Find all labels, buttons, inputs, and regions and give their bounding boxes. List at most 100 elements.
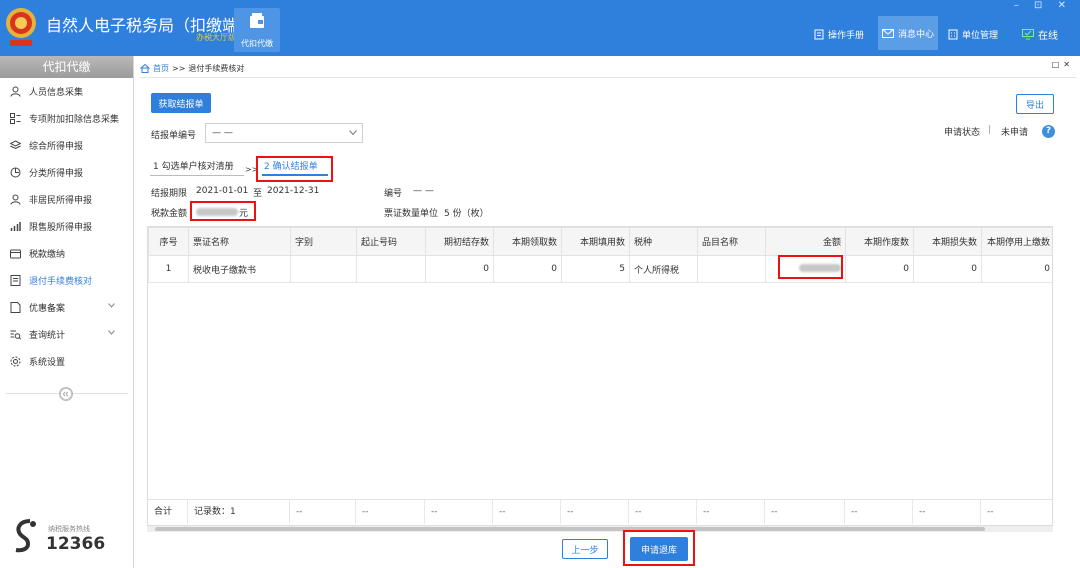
export-button[interactable]: 导出: [1016, 94, 1054, 114]
col-header: 金额: [765, 227, 846, 256]
number-label: 编号: [384, 189, 403, 199]
panel-window-controls[interactable]: □✕: [1052, 60, 1074, 69]
table-header-row: 序号 票证名称 字别 起止号码 期初结存数 本期领取数 本期填用数 税种 品目名…: [148, 227, 1052, 256]
window-controls[interactable]: – ⊡ ✕: [1014, 0, 1072, 11]
report-no-select[interactable]: — —: [205, 123, 363, 143]
footer-dash: --: [290, 500, 356, 524]
col-header: 字别: [290, 227, 357, 256]
footer-record-count: 记录数：1: [188, 500, 290, 524]
table-row[interactable]: 1 税收电子缴款书 0 0 5 个人所得税 0 0 0: [148, 255, 1052, 283]
tax-emblem-logo: [6, 8, 36, 46]
collapse-sidebar-icon[interactable]: [59, 387, 73, 401]
sidebar-item-restricted-stock[interactable]: 限售股所得申报: [0, 213, 133, 240]
highlight-box-tax-amount: [190, 201, 256, 221]
sidebar-item-preferential[interactable]: 优惠备案: [0, 294, 133, 321]
building-icon: [948, 29, 958, 39]
table-horizontal-scrollbar[interactable]: [147, 526, 1053, 532]
sidebar: 代扣代缴 人员信息采集 专项附加扣除信息采集 综合所得申报 分类所得申报 非居民…: [0, 56, 134, 568]
nav-online-status[interactable]: 在线: [1022, 24, 1058, 44]
col-header: 序号: [148, 227, 189, 256]
highlight-box-apply: [623, 530, 695, 566]
hotline-phone-icon: [15, 519, 36, 553]
number-value: — —: [413, 186, 434, 196]
sidebar-item-comprehensive-income[interactable]: 综合所得申报: [0, 132, 133, 159]
person-alt-icon: [10, 194, 21, 205]
cell: 税收电子缴款书: [188, 255, 291, 283]
get-report-button[interactable]: 获取结报单: [151, 93, 211, 113]
cell: 0: [845, 255, 914, 283]
step-1-tab[interactable]: 1 勾选单户核对清册: [150, 158, 244, 176]
search-list-icon: [10, 330, 21, 340]
table-footer: 合计 记录数：1 -- -- -- -- -- -- -- -- -- -- -…: [148, 499, 1052, 524]
app-header: 自然人电子税务局（扣缴端） 办税大厅版 代扣代缴 – ⊡ ✕ 操作手册 消息中心…: [0, 0, 1080, 56]
nav-message-center[interactable]: 消息中心: [878, 16, 938, 50]
nav-unit-management[interactable]: 单位管理: [948, 24, 998, 44]
hotline-block: 纳税服务热线 12366: [10, 518, 130, 558]
chevron-down-icon: [349, 130, 357, 136]
col-header: 本期领取数: [493, 227, 562, 256]
footer-dash: --: [493, 500, 561, 524]
wallet-icon: [250, 13, 264, 28]
col-header: 本期填用数: [561, 227, 630, 256]
prev-step-button[interactable]: 上一步: [562, 539, 608, 559]
sidebar-item-classified-income[interactable]: 分类所得申报: [0, 159, 133, 186]
period-end: 2021-12-31: [267, 186, 320, 196]
breadcrumb-separator: >>: [172, 63, 186, 73]
wallet-icon: [10, 249, 21, 259]
help-icon[interactable]: ?: [1042, 125, 1055, 138]
breadcrumb-divider: [140, 77, 1076, 78]
period-start: 2021-01-01: [196, 186, 249, 196]
highlight-box-step2: [256, 156, 333, 182]
ticket-unit-value: 5 份（枚）: [444, 209, 489, 219]
hotline-label: 纳税服务热线: [48, 525, 90, 533]
cell: 0: [493, 255, 562, 283]
cell: 0: [913, 255, 982, 283]
module-label: 代扣代缴: [241, 39, 273, 48]
app-subtitle: 办税大厅版: [196, 33, 236, 42]
col-header: 本期损失数: [913, 227, 982, 256]
breadcrumb-home-link[interactable]: 首页: [153, 63, 169, 74]
cell: 0: [981, 255, 1052, 283]
chevron-down-icon: [108, 303, 115, 308]
nav-manual[interactable]: 操作手册: [814, 24, 864, 44]
col-header: 本期作废数: [845, 227, 914, 256]
sidebar-item-tax-payment[interactable]: 税款缴纳: [0, 240, 133, 267]
monitor-online-icon: [1022, 28, 1034, 39]
sidebar-item-nonresident[interactable]: 非居民所得申报: [0, 186, 133, 213]
cell: 1: [148, 255, 189, 283]
footer-dash: --: [629, 500, 697, 524]
cell: [356, 255, 426, 283]
breadcrumb: 首页 >> 退付手续费核对: [140, 60, 1076, 76]
bar-chart-icon: [10, 222, 21, 231]
cell: 5: [561, 255, 630, 283]
highlight-box-amount: [778, 255, 843, 279]
layers-icon: [10, 140, 21, 150]
scrollbar-thumb[interactable]: [155, 527, 985, 531]
footer-dash: --: [981, 500, 1052, 524]
grid-icon: [10, 113, 21, 124]
fee-table: 序号 票证名称 字别 起止号码 期初结存数 本期领取数 本期填用数 税种 品目名…: [147, 226, 1053, 526]
col-header: 期初结存数: [425, 227, 494, 256]
breadcrumb-current: 退付手续费核对: [188, 63, 245, 73]
mail-icon: [882, 28, 894, 38]
document-check-icon: [10, 275, 21, 286]
sidebar-item-fee-check[interactable]: 退付手续费核对: [0, 267, 133, 294]
footer-dash: --: [356, 500, 425, 524]
person-icon: [10, 86, 21, 97]
sidebar-item-settings[interactable]: 系统设置: [0, 348, 133, 375]
sidebar-item-personnel[interactable]: 人员信息采集: [0, 78, 133, 105]
sidebar-item-query-stats[interactable]: 查询统计: [0, 321, 133, 348]
sidebar-item-special-deduction[interactable]: 专项附加扣除信息采集: [0, 105, 133, 132]
report-no-label: 结报单编号: [151, 131, 197, 141]
cell: [697, 255, 766, 283]
home-icon: [140, 63, 150, 73]
col-header: 品目名称: [697, 227, 766, 256]
apply-status-label: 申请状态: [944, 128, 981, 138]
tax-amount-label: 税款金额: [151, 209, 188, 219]
sidebar-title: 代扣代缴: [0, 56, 133, 78]
module-withhold-button[interactable]: 代扣代缴: [234, 8, 280, 52]
chevron-down-icon: [108, 330, 115, 335]
apply-status-separator: |: [988, 125, 992, 135]
footer-total-label: 合计: [148, 500, 188, 524]
footer-dash: --: [561, 500, 629, 524]
